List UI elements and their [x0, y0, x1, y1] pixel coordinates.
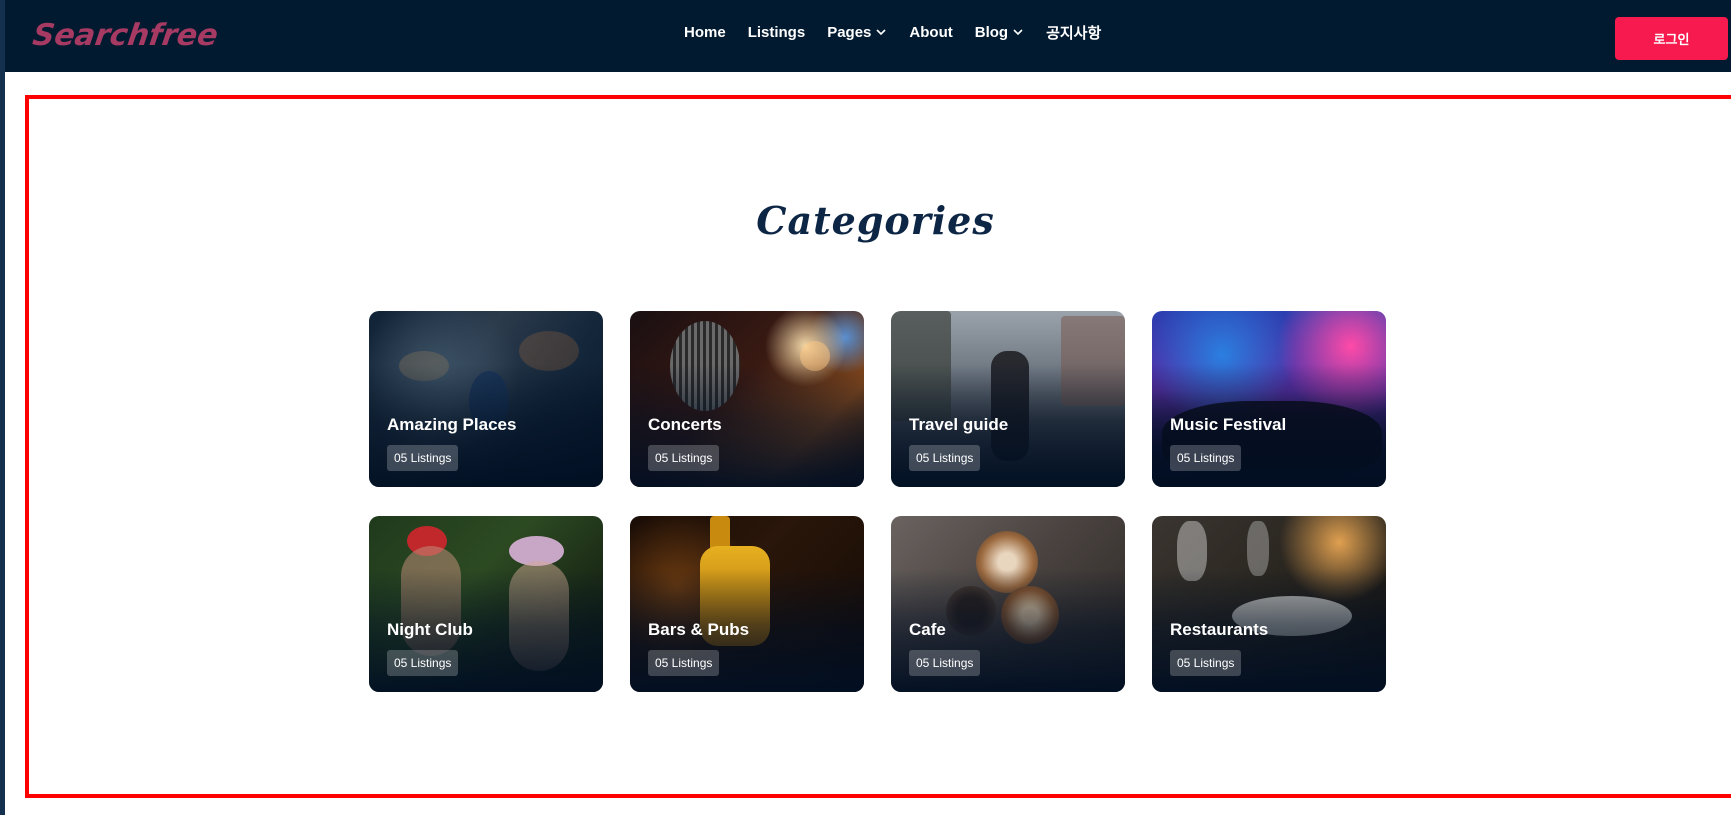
- nav-item-blog[interactable]: Blog: [975, 24, 1024, 41]
- listing-count-badge: 05 Listings: [387, 445, 459, 471]
- category-card[interactable]: Cafe 05 Listings: [891, 516, 1125, 692]
- top-navbar: Searchfree Home Listings Pages About Blo…: [5, 0, 1731, 72]
- nav-item-label: Listings: [747, 23, 806, 41]
- listing-count-badge: 05 Listings: [909, 650, 981, 676]
- listing-count-badge: 05 Listings: [648, 650, 720, 676]
- listing-count-badge: 05 Listings: [1170, 650, 1242, 676]
- nav-item-about[interactable]: About: [909, 24, 952, 41]
- category-card[interactable]: Travel guide 05 Listings: [891, 311, 1125, 487]
- page: Searchfree Home Listings Pages About Blo…: [5, 0, 1731, 815]
- nav-item-label: About: [909, 23, 953, 41]
- section-title: Categories: [756, 198, 995, 243]
- category-title: Bars & Pubs: [648, 620, 750, 639]
- listing-count-badge: 05 Listings: [1170, 445, 1242, 471]
- nav-item-label: Pages: [827, 23, 872, 41]
- category-title: Music Festival: [1170, 415, 1287, 434]
- brand-logo[interactable]: Searchfree: [31, 18, 221, 53]
- category-title: Restaurants: [1170, 620, 1269, 639]
- nav-item-notices[interactable]: 공지사항: [1046, 22, 1101, 43]
- main-nav: Home Listings Pages About Blog 공지사항: [684, 20, 1101, 44]
- listing-count-badge: 05 Listings: [387, 650, 459, 676]
- listing-count-badge: 05 Listings: [909, 445, 981, 471]
- category-card[interactable]: Music Festival 05 Listings: [1152, 311, 1386, 487]
- login-button[interactable]: 로그인: [1615, 17, 1728, 60]
- chevron-down-icon: [876, 29, 886, 36]
- listing-count-badge: 05 Listings: [648, 445, 720, 471]
- category-title: Cafe: [909, 620, 946, 639]
- nav-item-label: 공지사항: [1046, 24, 1102, 42]
- chevron-down-icon: [1013, 29, 1023, 36]
- nav-item-label: Home: [684, 23, 726, 41]
- category-card[interactable]: Bars & Pubs 05 Listings: [630, 516, 864, 692]
- nav-item-pages[interactable]: Pages: [827, 24, 887, 41]
- category-title: Travel guide: [909, 415, 1009, 434]
- nav-item-listings[interactable]: Listings: [748, 24, 806, 41]
- category-card[interactable]: Restaurants 05 Listings: [1152, 516, 1386, 692]
- category-title: Night Club: [387, 620, 473, 639]
- category-title: Amazing Places: [387, 415, 517, 434]
- nav-item-label: Blog: [974, 23, 1009, 41]
- category-card[interactable]: Amazing Places 05 Listings: [369, 311, 603, 487]
- category-title: Concerts: [648, 415, 722, 434]
- category-card[interactable]: Concerts 05 Listings: [630, 311, 864, 487]
- category-card[interactable]: Night Club 05 Listings: [369, 516, 603, 692]
- categories-grid: Amazing Places 05 Listings Concerts 05 L…: [369, 311, 1386, 692]
- nav-item-home[interactable]: Home: [684, 24, 726, 41]
